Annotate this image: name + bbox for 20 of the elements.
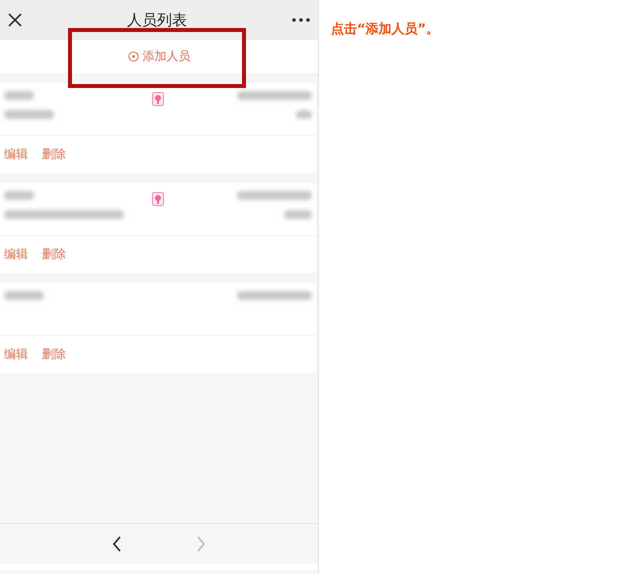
add-circle-icon xyxy=(128,51,138,62)
edit-link[interactable]: 编辑 xyxy=(4,146,28,163)
blurred-text xyxy=(4,91,34,100)
back-icon xyxy=(112,536,122,552)
forward-icon xyxy=(196,536,206,552)
page-title: 人员列表 xyxy=(127,10,187,30)
blurred-text xyxy=(4,291,44,300)
instruction-text: 点击“添加人员”。 xyxy=(331,21,440,38)
edit-link[interactable]: 编辑 xyxy=(4,346,28,363)
blurred-text xyxy=(284,210,312,219)
blurred-text xyxy=(4,110,54,119)
delete-link[interactable]: 删除 xyxy=(42,246,66,263)
edit-link[interactable]: 编辑 xyxy=(4,246,28,263)
close-icon[interactable] xyxy=(8,13,22,27)
delete-link[interactable]: 删除 xyxy=(42,146,66,163)
blurred-text xyxy=(296,110,312,119)
add-person-button[interactable]: 添加人员 xyxy=(124,46,194,67)
more-icon[interactable] xyxy=(292,18,310,22)
blurred-text xyxy=(4,191,34,200)
delete-link[interactable]: 删除 xyxy=(42,346,66,363)
